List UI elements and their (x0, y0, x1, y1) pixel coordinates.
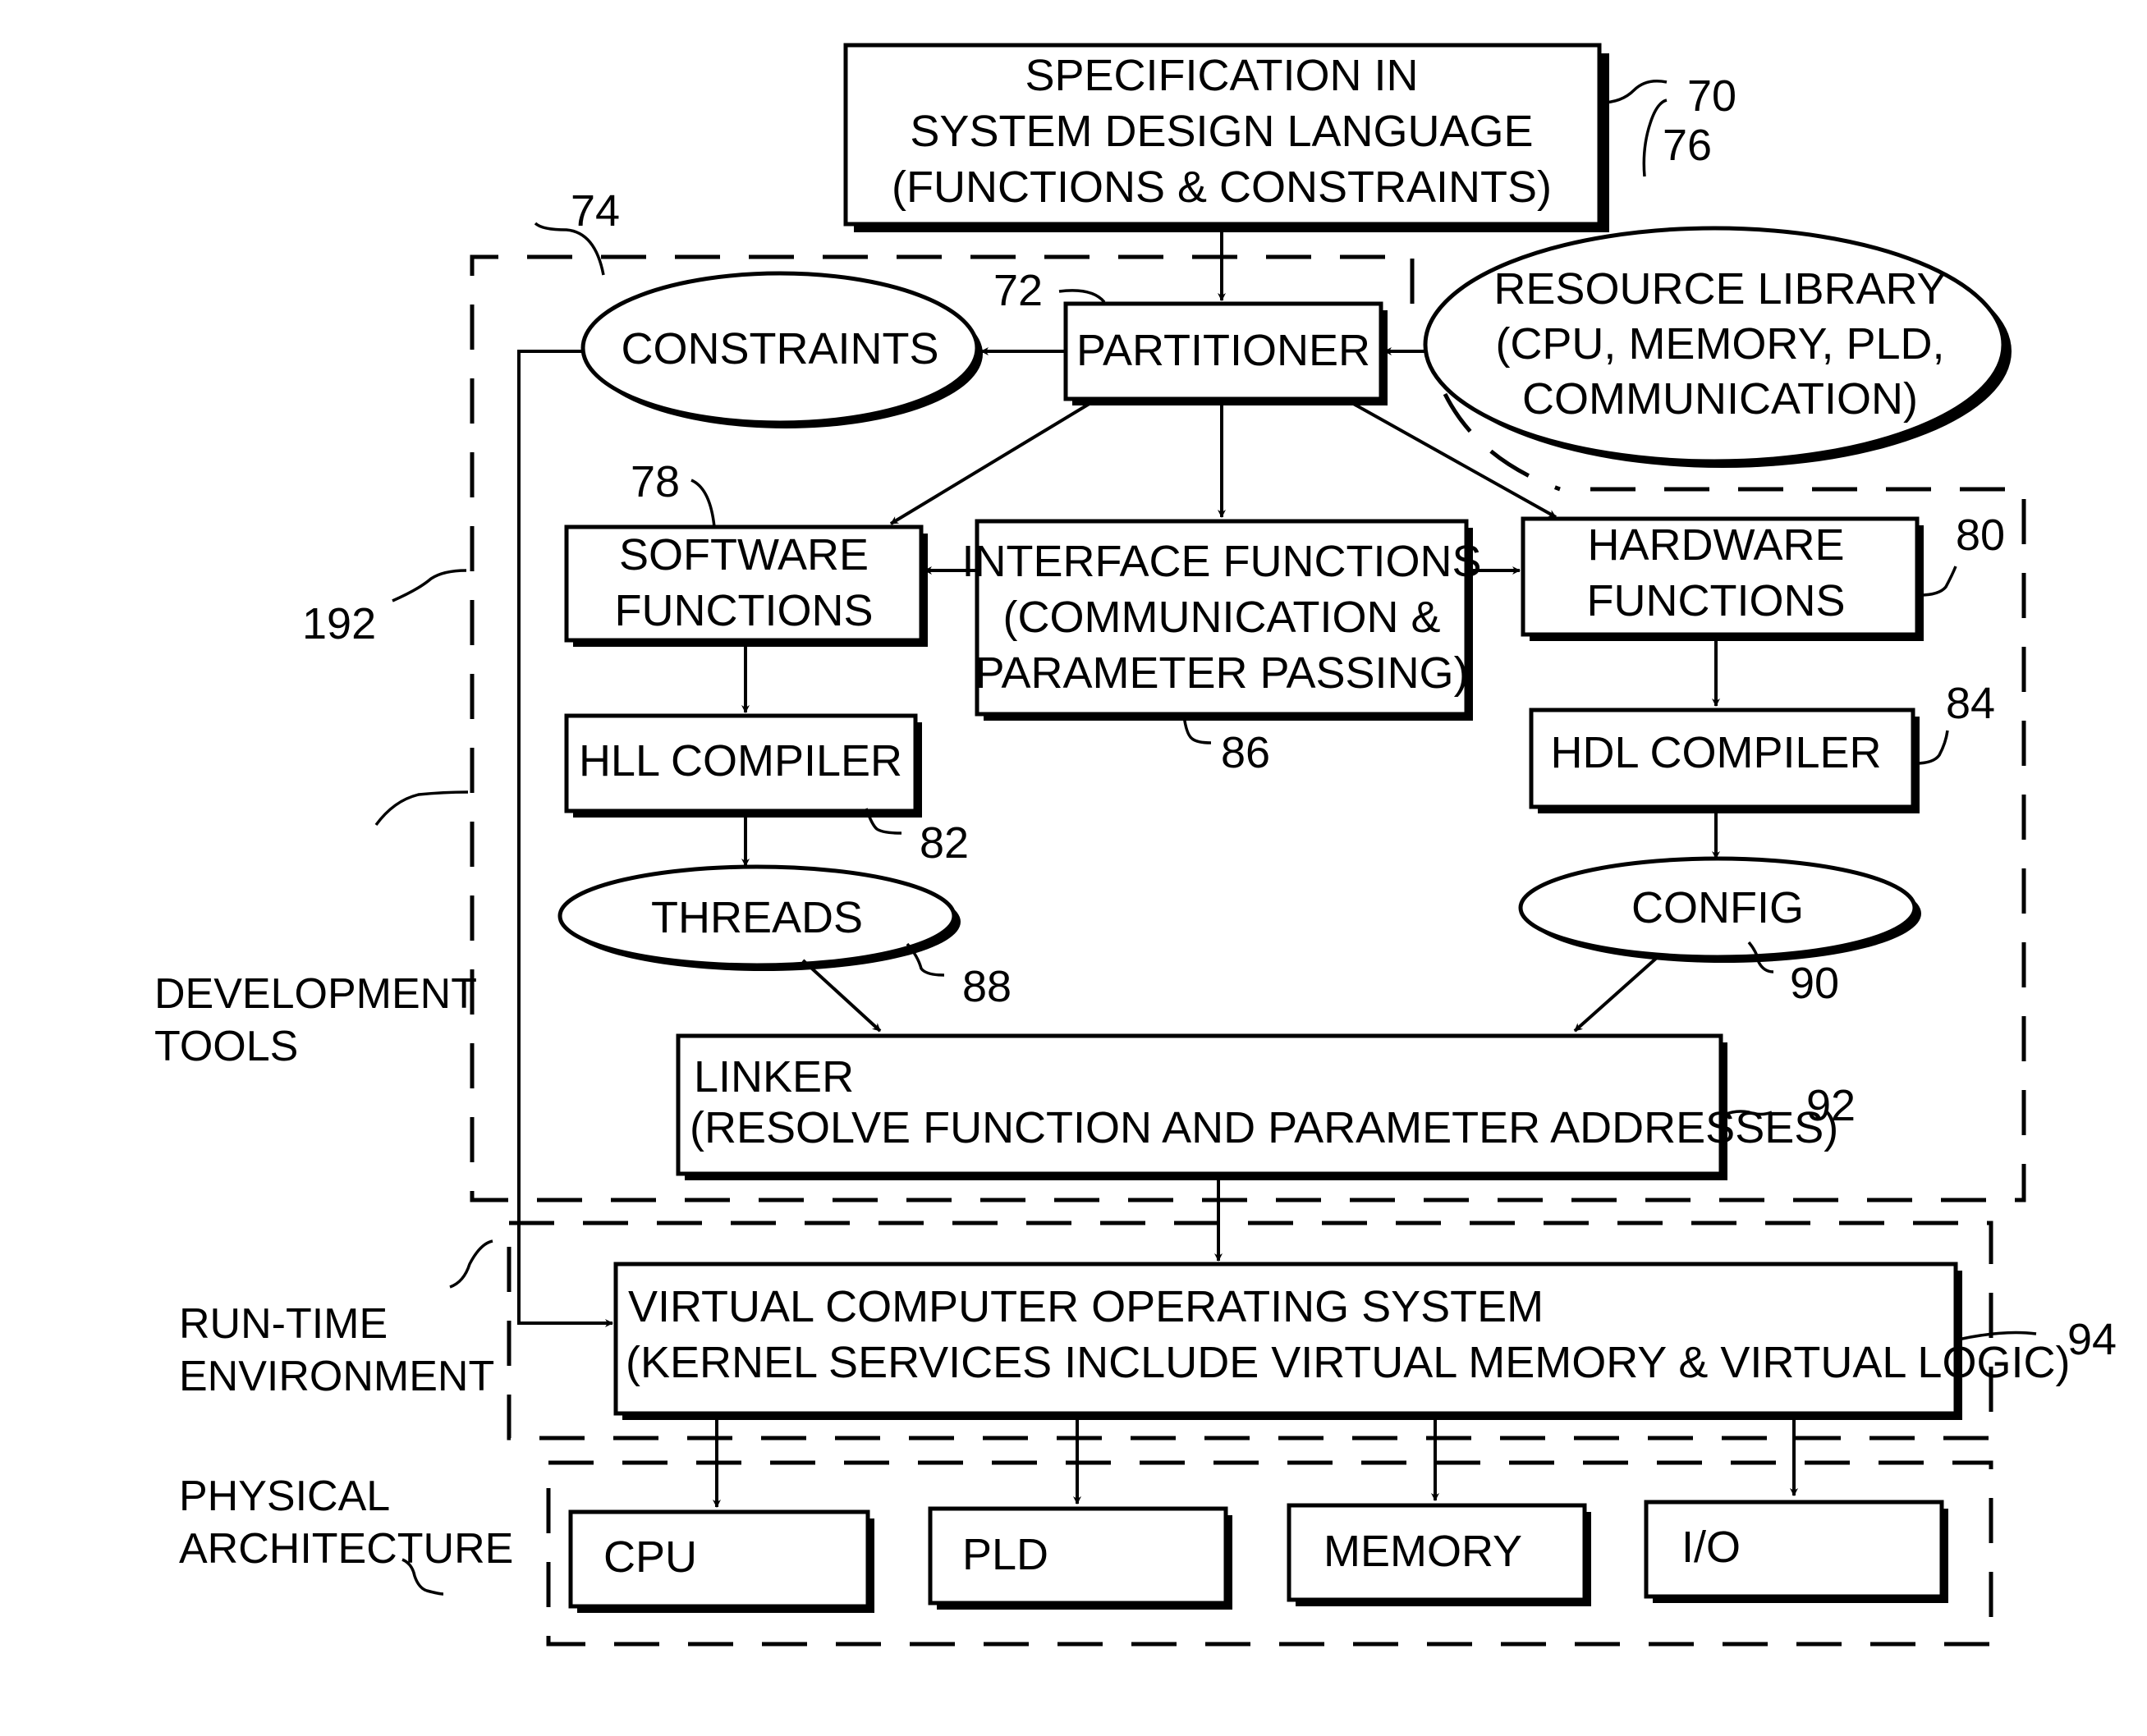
resource-library-line-3: COMMUNICATION) (1522, 374, 1918, 424)
arrow-threads-to-linker (801, 959, 882, 1033)
hll-compiler-box: HLL COMPILER (564, 713, 922, 818)
hardware-functions-line-1: HARDWARE (1587, 520, 1844, 570)
resource-library-line-1: RESOURCE LIBRARY (1493, 264, 1946, 314)
vcos-box: VIRTUAL COMPUTER OPERATING SYSTEM (KERNE… (613, 1262, 2070, 1420)
arrow-constraints-to-vcos (517, 350, 613, 1327)
ref-70: 70 (1687, 71, 1736, 121)
runtime-line-2: ENVIRONMENT (179, 1353, 494, 1400)
arrow-partitioner-to-software (889, 401, 1094, 525)
arrow-config-to-linker (1573, 955, 1660, 1033)
specification-box: SPECIFICATION IN SYSTEM DESIGN LANGUAGE … (843, 43, 1609, 232)
threads-label: THREADS (651, 893, 863, 942)
partitioner-box: PARTITIONER (1063, 301, 1388, 405)
specification-line-1: SPECIFICATION IN (1025, 51, 1418, 100)
cpu-box: CPU (568, 1509, 874, 1613)
threads-ellipse: THREADS (557, 864, 961, 971)
ref-94: 94 (2067, 1315, 2117, 1364)
interface-functions-box: INTERFACE FUNCTIONS (COMMUNICATION & PAR… (961, 519, 1482, 721)
ref-88: 88 (962, 962, 1012, 1011)
specification-line-2: SYSTEM DESIGN LANGUAGE (910, 107, 1533, 156)
interface-functions-line-2: (COMMUNICATION & (1003, 593, 1441, 642)
software-functions-line-2: FUNCTIONS (615, 586, 874, 635)
pld-label: PLD (962, 1530, 1048, 1579)
software-functions-box: SOFTWARE FUNCTIONS (564, 524, 928, 647)
leader-192 (392, 569, 467, 602)
partitioner-label: PARTITIONER (1076, 326, 1370, 375)
ref-90: 90 (1790, 959, 1839, 1008)
constraints-ellipse: CONSTRAINTS (580, 271, 983, 428)
config-label: CONFIG (1631, 883, 1804, 932)
io-box: I/O (1644, 1500, 1948, 1603)
vcos-line-1: VIRTUAL COMPUTER OPERATING SYSTEM (628, 1282, 1544, 1331)
leader-runtime (449, 1239, 493, 1289)
hardware-functions-line-2: FUNCTIONS (1587, 576, 1846, 625)
memory-box: MEMORY (1287, 1503, 1591, 1606)
linker-line-2: (RESOLVE FUNCTION AND PARAMETER ADDRESSE… (690, 1103, 1838, 1152)
leader-80 (1919, 566, 1957, 597)
development-tools-line-2: TOOLS (154, 1023, 298, 1070)
ref-78: 78 (631, 457, 680, 506)
ref-82: 82 (920, 818, 969, 868)
memory-label: MEMORY (1324, 1527, 1522, 1576)
linker-line-1: LINKER (694, 1052, 854, 1102)
physical-line-1: PHYSICAL (179, 1473, 390, 1520)
hdl-compiler-label: HDL COMPILER (1550, 728, 1881, 777)
leader-development-tools (374, 790, 469, 827)
leader-72 (1058, 289, 1106, 304)
constraints-label: CONSTRAINTS (621, 324, 938, 373)
resource-library-line-2: (CPU, MEMORY, PLD, (1495, 319, 1944, 369)
leader-78 (690, 479, 716, 528)
ref-192: 192 (302, 599, 376, 648)
vcos-line-2: (KERNEL SERVICES INCLUDE VIRTUAL MEMORY … (626, 1338, 2070, 1387)
ref-86: 86 (1221, 728, 1270, 777)
ref-80: 80 (1956, 511, 2005, 560)
hdl-compiler-box: HDL COMPILER (1529, 708, 1920, 813)
linker-box: LINKER (RESOLVE FUNCTION AND PARAMETER A… (676, 1033, 1838, 1180)
hardware-functions-box: HARDWARE FUNCTIONS (1521, 516, 1924, 641)
cpu-label: CPU (603, 1532, 697, 1582)
ref-72: 72 (993, 266, 1043, 315)
pld-box: PLD (928, 1506, 1232, 1610)
interface-functions-line-3: PARAMETER PASSING) (975, 648, 1468, 698)
leader-84 (1915, 730, 1949, 765)
hll-compiler-label: HLL COMPILER (579, 736, 902, 786)
ref-92: 92 (1806, 1081, 1856, 1130)
ref-84: 84 (1946, 679, 1995, 728)
system-design-diagram: marker path { } SPECIFICATION IN SYSTEM … (154, 43, 2117, 1647)
resource-library-ellipse: RESOURCE LIBRARY (CPU, MEMORY, PLD, COMM… (1423, 226, 2012, 468)
io-label: I/O (1681, 1523, 1741, 1572)
interface-functions-line-1: INTERFACE FUNCTIONS (961, 537, 1481, 586)
runtime-line-1: RUN-TIME (179, 1300, 388, 1348)
specification-line-3: (FUNCTIONS & CONSTRAINTS) (892, 163, 1552, 212)
ref-76: 76 (1663, 121, 1712, 170)
physical-line-2: ARCHITECTURE (179, 1525, 513, 1573)
development-tools-line-1: DEVELOPMENT (154, 970, 477, 1018)
software-functions-line-1: SOFTWARE (619, 530, 869, 579)
config-ellipse: CONFIG (1518, 856, 1921, 963)
ref-74: 74 (571, 186, 620, 236)
leader-70 (1600, 80, 1668, 104)
